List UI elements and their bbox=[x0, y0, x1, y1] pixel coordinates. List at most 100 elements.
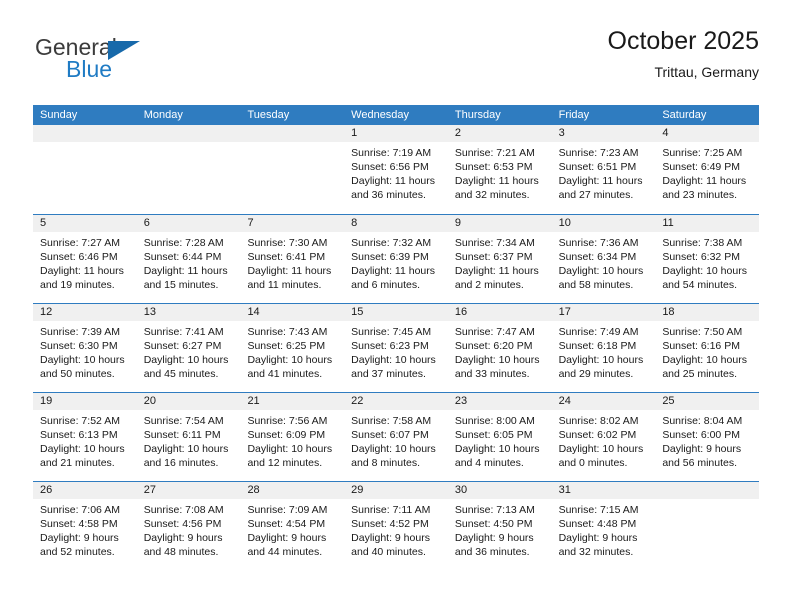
day-detail-line: Daylight: 10 hours bbox=[454, 354, 540, 366]
day-detail-line: and 36 minutes. bbox=[351, 189, 426, 201]
day-number bbox=[136, 125, 241, 142]
day-details bbox=[33, 142, 137, 146]
day-cell[interactable]: 20 Sunrise: 7:54 AM Sunset: 6:11 PM Dayligh… bbox=[136, 393, 241, 481]
calendar-weeks: 1 Sunrise: 7:19 AM Sunset: 6:56 PM Daylight… bbox=[33, 125, 760, 570]
day-detail-line: Sunset: 6:05 PM bbox=[454, 429, 533, 441]
day-number: 9 bbox=[447, 215, 552, 232]
day-detail-line: Sunset: 6:41 PM bbox=[247, 251, 326, 263]
weekday-header-wednesday: Wednesday bbox=[351, 109, 410, 121]
day-cell[interactable]: 7 Sunrise: 7:30 AM Sunset: 6:41 PM Daylight… bbox=[240, 215, 345, 303]
day-cell[interactable]: 25 Sunrise: 8:04 AM Sunset: 6:00 PM Dayligh… bbox=[655, 393, 760, 481]
day-detail-line: Sunset: 6:25 PM bbox=[247, 340, 326, 352]
day-detail-line: Daylight: 11 hours bbox=[662, 175, 747, 187]
day-number: 6 bbox=[136, 215, 241, 232]
day-details: Sunrise: 7:08 AM Sunset: 4:56 PM Daylight:… bbox=[137, 499, 241, 559]
day-number: 14 bbox=[240, 304, 345, 321]
day-details: Sunrise: 7:41 AM Sunset: 6:27 PM Daylight:… bbox=[137, 321, 241, 381]
day-detail-line: Daylight: 10 hours bbox=[558, 443, 644, 455]
day-cell[interactable]: 12 Sunrise: 7:39 AM Sunset: 6:30 PM Dayligh… bbox=[33, 304, 137, 392]
day-cell[interactable]: 1 Sunrise: 7:19 AM Sunset: 6:56 PM Daylight… bbox=[344, 125, 448, 214]
day-detail-line: Sunrise: 7:09 AM bbox=[247, 504, 328, 516]
day-cell[interactable]: 14 Sunrise: 7:43 AM Sunset: 6:25 PM Dayligh… bbox=[240, 304, 345, 392]
day-cell-empty bbox=[655, 482, 760, 570]
day-cell[interactable]: 13 Sunrise: 7:41 AM Sunset: 6:27 PM Dayligh… bbox=[136, 304, 241, 392]
calendar-week-row: 12 Sunrise: 7:39 AM Sunset: 6:30 PM Dayligh… bbox=[33, 303, 760, 392]
day-cell[interactable]: 16 Sunrise: 7:47 AM Sunset: 6:20 PM Dayligh… bbox=[447, 304, 552, 392]
title-block: October 2025 Trittau, Germany bbox=[608, 27, 760, 80]
day-cell[interactable]: 24 Sunrise: 8:02 AM Sunset: 6:02 PM Dayligh… bbox=[551, 393, 656, 481]
day-details: Sunrise: 7:52 AM Sunset: 6:13 PM Daylight:… bbox=[33, 410, 137, 470]
day-detail-line: Sunrise: 7:49 AM bbox=[558, 326, 639, 338]
day-detail-line: Sunrise: 7:25 AM bbox=[662, 147, 743, 159]
calendar-grid: Sunday Monday Tuesday Wednesday Thursday Frid… bbox=[33, 105, 760, 570]
day-cell[interactable]: 9 Sunrise: 7:34 AM Sunset: 6:37 PM Daylight… bbox=[447, 215, 552, 303]
day-cell[interactable]: 8 Sunrise: 7:32 AM Sunset: 6:39 PM Daylight… bbox=[344, 215, 448, 303]
day-number: 24 bbox=[551, 393, 656, 410]
day-detail-line: Daylight: 10 hours bbox=[247, 443, 333, 455]
day-detail-line: and 29 minutes. bbox=[558, 368, 634, 380]
day-cell[interactable]: 3 Sunrise: 7:23 AM Sunset: 6:51 PM Daylight… bbox=[551, 125, 656, 214]
day-details: Sunrise: 7:06 AM Sunset: 4:58 PM Daylight:… bbox=[33, 499, 137, 559]
day-cell[interactable]: 29 Sunrise: 7:11 AM Sunset: 4:52 PM Dayligh… bbox=[344, 482, 448, 570]
day-detail-line: Sunrise: 7:34 AM bbox=[454, 237, 535, 249]
day-cell[interactable]: 21 Sunrise: 7:56 AM Sunset: 6:09 PM Dayligh… bbox=[240, 393, 345, 481]
day-cell[interactable]: 28 Sunrise: 7:09 AM Sunset: 4:54 PM Dayligh… bbox=[240, 482, 345, 570]
day-details: Sunrise: 7:49 AM Sunset: 6:18 PM Daylight:… bbox=[552, 321, 656, 381]
day-number: 29 bbox=[344, 482, 448, 499]
day-detail-line: Sunset: 4:48 PM bbox=[558, 518, 637, 530]
day-detail-line: Sunset: 6:37 PM bbox=[454, 251, 533, 263]
day-detail-line: Sunrise: 7:08 AM bbox=[143, 504, 224, 516]
day-detail-line: Daylight: 11 hours bbox=[40, 265, 124, 277]
day-detail-line: Daylight: 10 hours bbox=[558, 354, 644, 366]
day-details: Sunrise: 7:39 AM Sunset: 6:30 PM Daylight:… bbox=[33, 321, 137, 381]
day-number: 10 bbox=[551, 215, 656, 232]
day-detail-line: and 12 minutes. bbox=[247, 457, 323, 469]
day-cell[interactable]: 17 Sunrise: 7:49 AM Sunset: 6:18 PM Dayligh… bbox=[551, 304, 656, 392]
day-cell[interactable]: 22 Sunrise: 7:58 AM Sunset: 6:07 PM Dayligh… bbox=[344, 393, 448, 481]
day-number: 20 bbox=[136, 393, 241, 410]
day-detail-line: and 58 minutes. bbox=[558, 279, 634, 291]
day-cell[interactable]: 5 Sunrise: 7:27 AM Sunset: 6:46 PM Daylight… bbox=[33, 215, 137, 303]
day-detail-line: and 11 minutes. bbox=[247, 279, 322, 291]
day-cell[interactable]: 15 Sunrise: 7:45 AM Sunset: 6:23 PM Dayligh… bbox=[344, 304, 448, 392]
day-detail-line: Sunset: 6:44 PM bbox=[143, 251, 222, 263]
day-detail-line: and 32 minutes. bbox=[558, 546, 634, 558]
calendar-week-row: 1 Sunrise: 7:19 AM Sunset: 6:56 PM Daylight… bbox=[33, 125, 760, 214]
day-cell[interactable]: 6 Sunrise: 7:28 AM Sunset: 6:44 PM Daylight… bbox=[136, 215, 241, 303]
day-detail-line: Sunrise: 7:06 AM bbox=[40, 504, 120, 516]
day-detail-line: Sunset: 6:49 PM bbox=[662, 161, 740, 173]
day-cell-empty bbox=[33, 125, 137, 214]
day-cell[interactable]: 2 Sunrise: 7:21 AM Sunset: 6:53 PM Daylight… bbox=[447, 125, 552, 214]
day-details: Sunrise: 7:34 AM Sunset: 6:37 PM Daylight:… bbox=[448, 232, 552, 292]
day-cell[interactable]: 18 Sunrise: 7:50 AM Sunset: 6:16 PM Dayligh… bbox=[655, 304, 760, 392]
day-cell[interactable]: 23 Sunrise: 8:00 AM Sunset: 6:05 PM Dayligh… bbox=[447, 393, 552, 481]
day-detail-line: Daylight: 9 hours bbox=[351, 532, 430, 544]
day-detail-line: Daylight: 11 hours bbox=[454, 265, 539, 277]
day-detail-line: Sunset: 6:23 PM bbox=[351, 340, 429, 352]
day-details: Sunrise: 7:19 AM Sunset: 6:56 PM Daylight:… bbox=[344, 142, 448, 202]
day-cell[interactable]: 19 Sunrise: 7:52 AM Sunset: 6:13 PM Dayligh… bbox=[33, 393, 137, 481]
day-detail-line: and 21 minutes. bbox=[40, 457, 115, 469]
day-cell[interactable]: 26 Sunrise: 7:06 AM Sunset: 4:58 PM Dayligh… bbox=[33, 482, 137, 570]
day-detail-line: Sunset: 4:54 PM bbox=[247, 518, 326, 530]
day-cell[interactable]: 27 Sunrise: 7:08 AM Sunset: 4:56 PM Dayligh… bbox=[136, 482, 241, 570]
day-detail-line: Sunset: 4:58 PM bbox=[40, 518, 118, 530]
calendar-week-row: 26 Sunrise: 7:06 AM Sunset: 4:58 PM Dayligh… bbox=[33, 481, 760, 570]
day-detail-line: and 25 minutes. bbox=[662, 368, 738, 380]
day-number: 17 bbox=[551, 304, 656, 321]
day-detail-line: Sunset: 6:27 PM bbox=[143, 340, 222, 352]
weekday-header-saturday: Saturday bbox=[662, 109, 707, 121]
day-cell[interactable]: 10 Sunrise: 7:36 AM Sunset: 6:34 PM Dayligh… bbox=[551, 215, 656, 303]
day-detail-line: Sunrise: 7:41 AM bbox=[143, 326, 224, 338]
day-details: Sunrise: 7:32 AM Sunset: 6:39 PM Daylight:… bbox=[344, 232, 448, 292]
day-cell[interactable]: 4 Sunrise: 7:25 AM Sunset: 6:49 PM Daylight… bbox=[655, 125, 760, 214]
day-number: 12 bbox=[33, 304, 137, 321]
day-detail-line: Sunrise: 7:23 AM bbox=[558, 147, 639, 159]
weekday-header-thursday: Thursday bbox=[454, 109, 501, 121]
day-detail-line: Daylight: 10 hours bbox=[662, 354, 747, 366]
day-detail-line: Sunset: 6:02 PM bbox=[558, 429, 637, 441]
day-cell[interactable]: 30 Sunrise: 7:13 AM Sunset: 4:50 PM Dayligh… bbox=[447, 482, 552, 570]
day-detail-line: and 44 minutes. bbox=[247, 546, 323, 558]
day-cell[interactable]: 31 Sunrise: 7:15 AM Sunset: 4:48 PM Dayligh… bbox=[551, 482, 656, 570]
day-cell[interactable]: 11 Sunrise: 7:38 AM Sunset: 6:32 PM Dayligh… bbox=[655, 215, 760, 303]
